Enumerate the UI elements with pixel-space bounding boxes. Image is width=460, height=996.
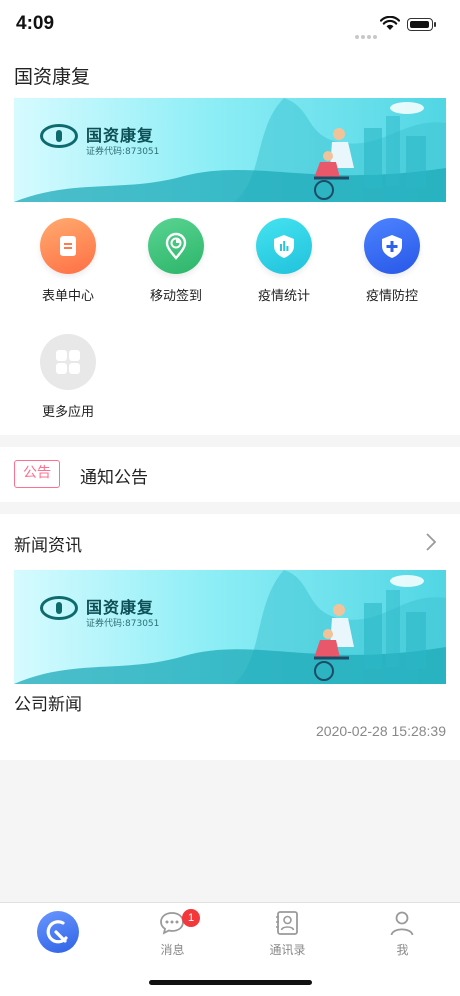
page-title: 国资康复: [14, 66, 91, 88]
tab-messages[interactable]: 消息: [115, 903, 230, 973]
tab-me[interactable]: 我: [345, 903, 460, 973]
home-indicator: [149, 980, 312, 985]
tab-contacts[interactable]: 通讯录: [230, 903, 345, 973]
app-label: 移动签到: [149, 289, 202, 304]
news-item-image[interactable]: 国资康复 证券代码:873051: [14, 570, 446, 684]
message-badge: 1: [182, 909, 200, 927]
app-label: 更多应用: [41, 405, 94, 420]
notice-bar[interactable]: 公告 通知公告: [0, 447, 460, 502]
app-more[interactable]: 更多应用: [18, 334, 118, 420]
news-item-date: 2020-02-28 15:28:39: [316, 723, 446, 739]
wifi-icon: [380, 16, 400, 30]
tab-label: 消息: [160, 943, 185, 957]
tab-home[interactable]: [0, 903, 115, 973]
medical-shield-icon: [364, 218, 420, 274]
news-item-title[interactable]: 公司新闻: [14, 690, 82, 715]
news-banner-illustration: [14, 570, 446, 684]
tab-label: 我: [396, 943, 409, 957]
notice-label: 通知公告: [80, 468, 148, 488]
battery-icon: [407, 18, 436, 31]
signal-icon: [355, 24, 379, 43]
news-section-title[interactable]: 新闻资讯: [14, 531, 82, 556]
home-logo-icon: [37, 911, 79, 953]
status-bar: 4:09: [0, 0, 460, 50]
logo-company-name: 国资康复: [86, 126, 155, 145]
app-form-center[interactable]: 表单中心: [18, 218, 118, 304]
person-icon: [390, 911, 414, 936]
location-pin-icon: [148, 218, 204, 274]
app-label: 表单中心: [41, 289, 94, 304]
tab-label: 通讯录: [269, 943, 306, 957]
logo-company-name: 国资康复: [86, 598, 155, 617]
form-icon: [40, 218, 96, 274]
app-mobile-checkin[interactable]: 移动签到: [126, 218, 226, 304]
app-label: 疫情防控: [365, 289, 418, 304]
notice-badge: 公告: [14, 460, 60, 488]
home-card: 国资康复 国资康复 证券代码:873051 表单中心 移动签到 疫情统计 疫情防…: [0, 50, 460, 435]
chevron-right-icon[interactable]: [424, 532, 438, 552]
logo-emblem-icon: [40, 596, 78, 620]
logo-emblem-icon: [40, 124, 78, 148]
status-time: 4:09: [16, 13, 55, 34]
contacts-icon: [276, 911, 298, 935]
banner-illustration: [14, 98, 446, 202]
app-label: 疫情统计: [257, 289, 310, 304]
message-icon: [160, 912, 184, 935]
app-epidemic-stats[interactable]: 疫情统计: [234, 218, 334, 304]
logo-stock-code: 证券代码:873051: [86, 619, 160, 629]
stats-shield-icon: [256, 218, 312, 274]
logo-stock-code: 证券代码:873051: [86, 147, 160, 157]
app-epidemic-control[interactable]: 疫情防控: [342, 218, 442, 304]
home-banner[interactable]: 国资康复 证券代码:873051: [14, 98, 446, 202]
grid-icon: [40, 334, 96, 390]
